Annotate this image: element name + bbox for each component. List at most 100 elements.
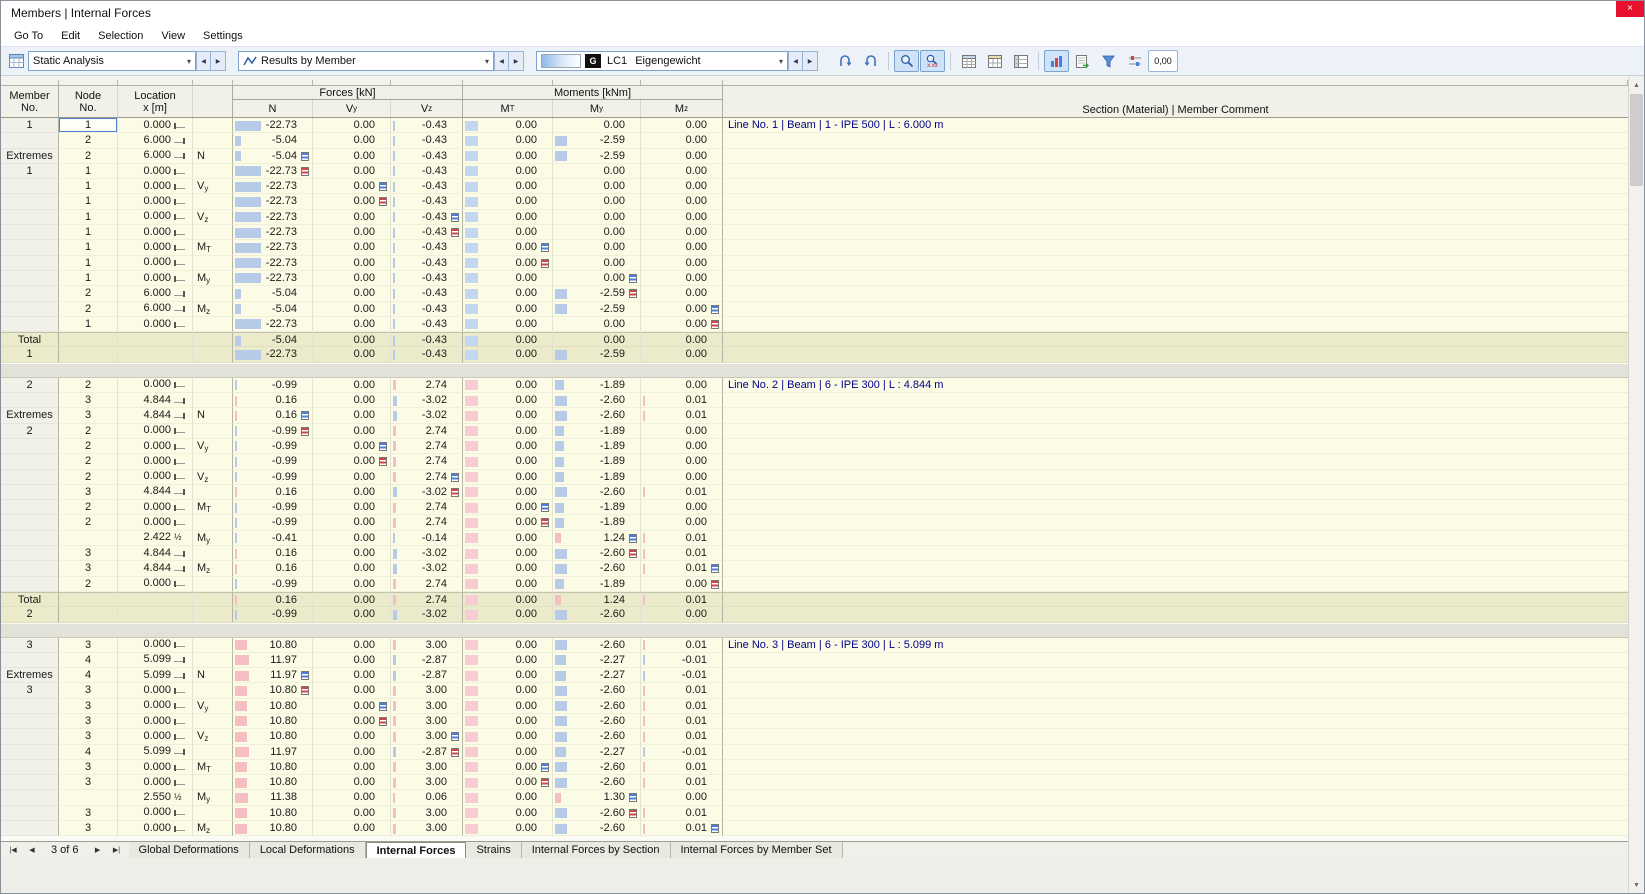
value-cell[interactable]: -2.27 xyxy=(553,668,641,684)
prev-table-button[interactable]: ◀ xyxy=(23,843,41,857)
value-cell[interactable]: 10.80 xyxy=(233,775,313,791)
value-cell[interactable]: 3.00 xyxy=(391,821,463,837)
comment-cell[interactable] xyxy=(723,546,1628,562)
value-cell[interactable]: -22.73 xyxy=(233,225,313,241)
node-cell[interactable]: 1 xyxy=(59,179,118,195)
value-cell[interactable]: 0.00 xyxy=(313,759,391,776)
node-cell[interactable]: 1 xyxy=(59,316,118,333)
value-cell[interactable]: -2.60 xyxy=(553,683,641,699)
location-cell[interactable]: 4.844 xyxy=(118,484,193,501)
table-row[interactable]: Extremes 4 5.099 N 11.97 0.00 -2.87 0.00 -2.27 -0… xyxy=(1,668,1628,684)
table-filter-start-button[interactable] xyxy=(982,50,1007,72)
value-cell[interactable]: -2.60 xyxy=(553,775,641,791)
node-cell[interactable]: 2 xyxy=(59,576,118,592)
value-cell[interactable]: 3.00 xyxy=(391,729,463,745)
value-cell[interactable]: 0.00 xyxy=(463,790,553,806)
value-cell[interactable]: -0.99 xyxy=(233,423,313,439)
value-cell[interactable]: -2.59 xyxy=(553,301,641,317)
menu-item-go-to[interactable]: Go To xyxy=(5,28,52,44)
value-cell[interactable]: 0.00 xyxy=(463,133,553,149)
value-cell[interactable]: -2.87 xyxy=(391,744,463,760)
value-cell[interactable]: -2.60 xyxy=(553,393,641,409)
value-cell[interactable]: 0.00 xyxy=(641,118,723,134)
value-cell[interactable]: 0.00 xyxy=(463,209,553,226)
table-row[interactable]: 3 0.000 MT 10.80 0.00 3.00 0.00 -2.60 0.01 xyxy=(1,759,1628,776)
value-cell[interactable]: -2.60 xyxy=(553,698,641,714)
scroll-down-button[interactable]: ▼ xyxy=(1629,877,1644,893)
value-cell[interactable]: 0.00 xyxy=(641,225,723,241)
value-cell[interactable]: -0.43 xyxy=(391,240,463,256)
comment-cell[interactable] xyxy=(723,454,1628,470)
node-cell[interactable]: 2 xyxy=(59,133,118,149)
value-cell[interactable]: 0.00 xyxy=(313,469,391,485)
value-cell[interactable]: -2.59 xyxy=(553,347,641,363)
table-row[interactable]: 2.550 ½ My 11.38 0.00 0.06 0.00 1.30 0.00 xyxy=(1,790,1628,806)
value-cell[interactable]: -3.02 xyxy=(391,408,463,424)
value-cell[interactable]: 0.00 xyxy=(641,515,723,531)
node-cell[interactable]: 3 xyxy=(59,408,118,424)
location-cell[interactable]: 0.000 xyxy=(118,225,193,241)
location-cell[interactable]: 0.000 xyxy=(118,423,193,439)
last-table-button[interactable]: ▶| xyxy=(107,843,126,857)
node-cell[interactable]: 2 xyxy=(59,423,118,439)
value-cell[interactable]: 0.00 xyxy=(313,561,391,577)
location-cell[interactable]: 2.422 ½ xyxy=(118,530,193,547)
value-cell[interactable]: 10.80 xyxy=(233,698,313,714)
comment-cell[interactable] xyxy=(723,790,1628,806)
table-row[interactable]: Extremes 2 6.000 N -5.04 0.00 -0.43 0.00 -2.59 0.… xyxy=(1,148,1628,164)
value-cell[interactable]: -2.59 xyxy=(553,133,641,149)
value-cell[interactable]: -22.73 xyxy=(233,209,313,226)
table-row[interactable]: 1 0.000 MT -22.73 0.00 -0.43 0.00 0.00 0.00 xyxy=(1,240,1628,256)
value-cell[interactable]: 2.74 xyxy=(391,591,463,608)
location-cell[interactable] xyxy=(118,332,193,348)
value-cell[interactable]: 0.01 xyxy=(641,759,723,776)
value-cell[interactable]: -2.60 xyxy=(553,713,641,730)
value-cell[interactable]: 0.01 xyxy=(641,530,723,547)
value-cell[interactable]: 0.00 xyxy=(553,209,641,226)
value-cell[interactable]: 0.00 xyxy=(463,301,553,317)
value-cell[interactable]: 0.01 xyxy=(641,408,723,424)
value-cell[interactable]: 3.00 xyxy=(391,805,463,822)
location-cell[interactable]: 5.099 xyxy=(118,744,193,760)
value-cell[interactable]: 3.00 xyxy=(391,759,463,776)
value-cell[interactable]: 0.00 xyxy=(313,484,391,501)
comment-cell[interactable] xyxy=(723,561,1628,577)
comment-cell[interactable] xyxy=(723,210,1628,226)
value-cell[interactable]: 0.00 xyxy=(553,240,641,256)
value-cell[interactable]: -2.60 xyxy=(553,821,641,837)
value-cell[interactable]: 11.97 xyxy=(233,744,313,760)
node-cell[interactable]: 3 xyxy=(59,775,118,791)
value-cell[interactable]: -0.43 xyxy=(391,332,463,348)
value-cell[interactable]: -5.04 xyxy=(233,286,313,302)
table-row[interactable]: 1 0.000 Vz -22.73 0.00 -0.43 0.00 0.00 0.00 xyxy=(1,209,1628,226)
value-cell[interactable]: 2.74 xyxy=(391,377,463,394)
value-cell[interactable]: -22.73 xyxy=(233,255,313,271)
value-cell[interactable]: 0.00 xyxy=(463,637,553,653)
value-cell[interactable]: 11.97 xyxy=(233,668,313,684)
table-row[interactable]: 2 2 0.000 -0.99 0.00 2.74 0.00 -1.89 0.00 Line No… xyxy=(1,377,1628,394)
value-cell[interactable]: 0.01 xyxy=(641,591,723,608)
value-cell[interactable]: -0.99 xyxy=(233,515,313,531)
value-cell[interactable]: 0.00 xyxy=(463,408,553,424)
table-row[interactable]: 3 3 0.000 10.80 0.00 3.00 0.00 -2.60 0.01 Line No… xyxy=(1,637,1628,653)
value-cell[interactable]: 0.01 xyxy=(641,561,723,577)
node-cell[interactable]: 2 xyxy=(59,286,118,302)
header-col-MT[interactable]: MT xyxy=(463,100,553,117)
value-cell[interactable]: 0.00 xyxy=(463,576,553,592)
value-cell[interactable]: 0.00 xyxy=(463,393,553,409)
value-cell[interactable]: 0.00 xyxy=(313,301,391,317)
value-cell[interactable]: -0.43 xyxy=(391,148,463,164)
node-cell[interactable]: 2 xyxy=(59,148,118,164)
column-resize-tick[interactable] xyxy=(118,80,193,85)
value-cell[interactable]: 0.00 xyxy=(463,759,553,776)
value-cell[interactable]: 0.00 xyxy=(463,698,553,714)
value-cell[interactable]: -0.99 xyxy=(233,500,313,516)
value-cell[interactable]: 0.00 xyxy=(463,484,553,501)
value-cell[interactable]: 0.00 xyxy=(313,118,391,134)
value-cell[interactable]: 3.00 xyxy=(391,775,463,791)
export-table-button[interactable] xyxy=(1070,50,1095,72)
location-cell[interactable]: 0.000 xyxy=(118,377,193,394)
value-cell[interactable]: 0.16 xyxy=(233,408,313,424)
value-cell[interactable]: -0.43 xyxy=(391,133,463,149)
comment-cell[interactable] xyxy=(723,485,1628,501)
